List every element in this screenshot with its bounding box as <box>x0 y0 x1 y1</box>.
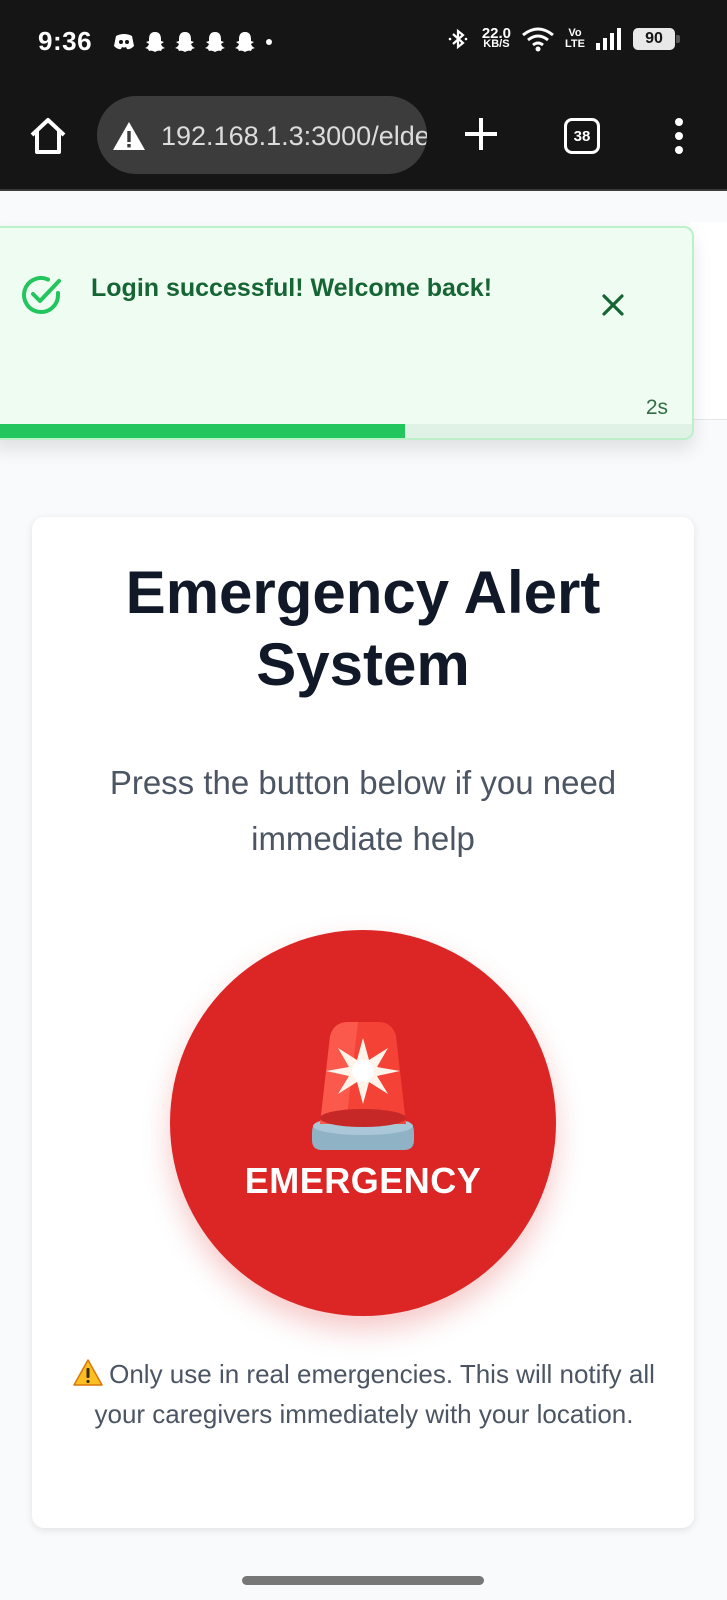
status-bar: 9:36 22.0 KB/S Vo LTE 90 <box>0 0 727 88</box>
snapchat-icon <box>145 32 165 52</box>
not-secure-warning-icon[interactable] <box>111 120 147 152</box>
snapchat-icon <box>175 32 195 52</box>
check-circle-icon <box>22 276 61 314</box>
signal-icon <box>596 28 621 50</box>
page-title: Emergency Alert System <box>125 559 601 698</box>
dot-icon <box>266 39 272 45</box>
close-icon[interactable] <box>598 290 628 320</box>
network-speed-unit: KB/S <box>483 38 510 50</box>
page-header-edge <box>690 222 727 420</box>
warning-icon <box>73 1359 103 1386</box>
siren-icon <box>312 1022 414 1150</box>
volte-bottom: LTE <box>565 38 585 50</box>
address-bar[interactable]: 192.168.1.3:3000/elderly <box>97 96 427 174</box>
gesture-navigation-bar[interactable] <box>242 1576 484 1585</box>
tab-switcher-button[interactable]: 38 <box>564 118 600 154</box>
toast-progress-fill <box>0 424 405 438</box>
wifi-icon <box>522 27 554 52</box>
battery-indicator: 90 <box>633 28 680 50</box>
emergency-card: Emergency Alert System Press the button … <box>32 517 694 1528</box>
toast-message: Login successful! Welcome back! <box>91 274 493 302</box>
emergency-button-label: EMERGENCY <box>244 1160 482 1201</box>
toast-countdown: 2s <box>645 396 668 419</box>
instruction-text: Press the button below if you need immed… <box>109 764 617 857</box>
status-time: 9:36 <box>38 26 93 56</box>
snapchat-icon <box>205 32 225 52</box>
snapchat-icon <box>235 32 255 52</box>
home-icon[interactable] <box>26 114 70 158</box>
warning-text-block: Only use in real emergencies. This will … <box>64 1354 664 1434</box>
toast-progress-track <box>0 424 692 438</box>
emergency-button[interactable]: EMERGENCY <box>170 930 556 1316</box>
more-menu-icon[interactable] <box>666 116 692 156</box>
status-right-icons: 22.0 KB/S Vo LTE 90 <box>446 26 680 52</box>
notification-icons <box>112 30 274 54</box>
network-speed: 22.0 KB/S <box>482 26 511 50</box>
success-toast: Login successful! Welcome back! 2s <box>0 226 694 440</box>
bluetooth-icon <box>448 28 468 50</box>
url-text[interactable]: 192.168.1.3:3000/elderly <box>161 121 427 152</box>
new-tab-icon[interactable] <box>459 112 503 156</box>
browser-toolbar: 192.168.1.3:3000/elderly 38 <box>0 88 727 191</box>
volte-indicator: Vo LTE <box>565 28 585 50</box>
warning-text: Only use in real emergencies. This will … <box>94 1359 655 1429</box>
discord-icon <box>114 34 134 50</box>
